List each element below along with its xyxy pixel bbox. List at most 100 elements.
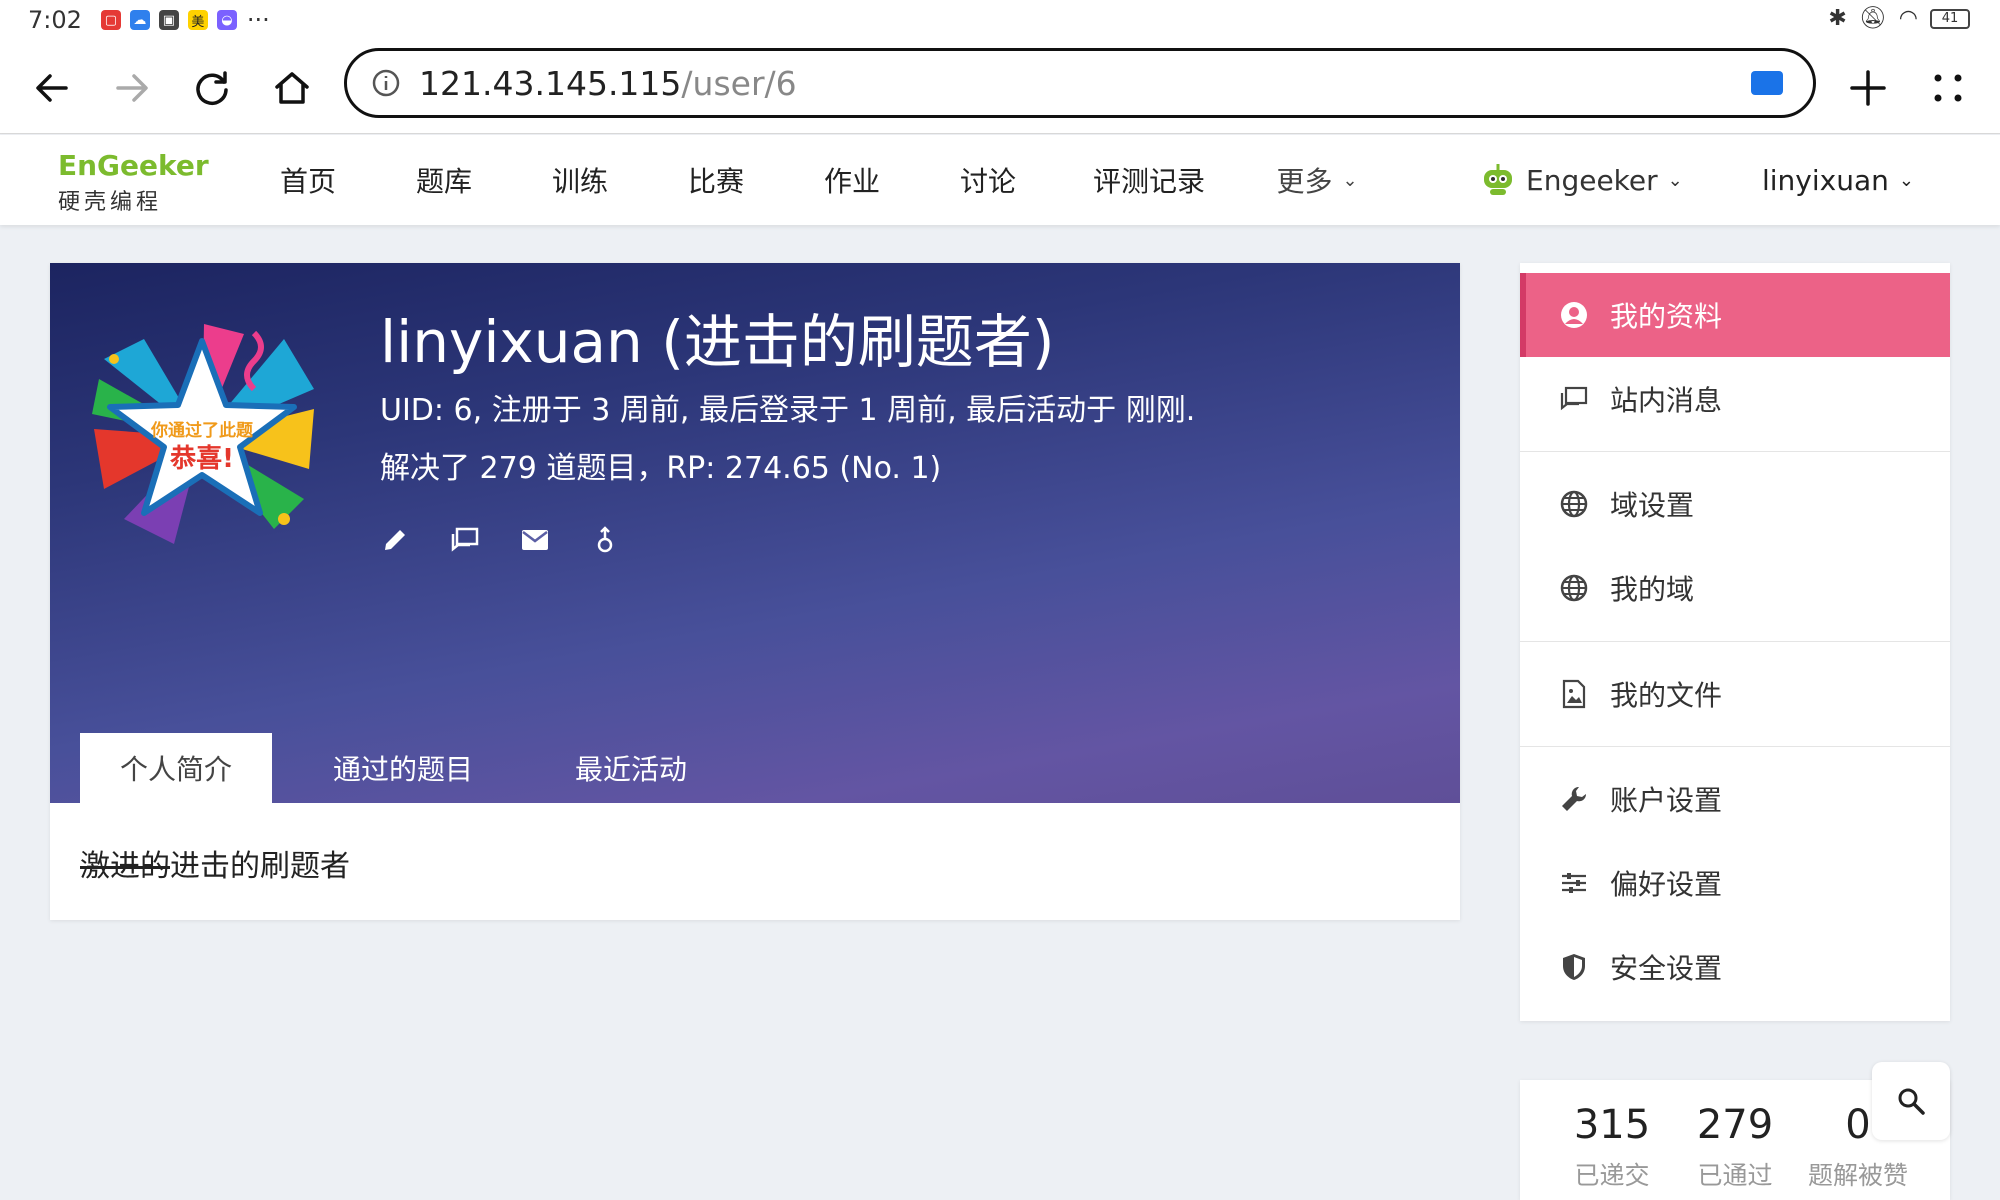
nav-training[interactable]: 训练 [512, 135, 648, 225]
nav-home[interactable]: 首页 [240, 135, 376, 225]
tabs-button[interactable] [1918, 58, 1978, 118]
app-icon: ▣ [158, 10, 179, 30]
nav-contest[interactable]: 比赛 [648, 135, 784, 225]
user-menu[interactable]: linyixuan ⌄ [1762, 135, 1914, 225]
cloud-icon: ☁ [129, 10, 150, 30]
message-icon [1558, 383, 1590, 415]
cast-icon[interactable] [1751, 71, 1783, 95]
nav-homework[interactable]: 作业 [784, 135, 920, 225]
user-menu-label: linyixuan [1762, 163, 1889, 197]
url-path: /user/6 [681, 63, 797, 103]
globe-icon [1558, 572, 1590, 604]
message-button[interactable] [450, 525, 480, 555]
main-nav: 首页 题库 训练 比赛 作业 讨论 评测记录 更多 ⌄ [240, 135, 1392, 225]
sliders-icon [1558, 867, 1590, 899]
info-icon[interactable] [371, 68, 401, 98]
celebration-star-icon: 你通过了此题 恭喜! [92, 324, 314, 544]
sidebar-item-account-settings[interactable]: 账户设置 [1520, 757, 1950, 841]
message-icon [451, 527, 479, 552]
new-tab-button[interactable] [1838, 58, 1898, 118]
sidebar-item-my-profile[interactable]: 我的资料 [1520, 273, 1950, 357]
home-icon [275, 72, 309, 104]
avatar[interactable]: 你通过了此题 恭喜! [84, 319, 320, 555]
tab-solved-problems[interactable]: 通过的题目 [272, 733, 534, 803]
more-notifications: ··· [246, 6, 270, 34]
nav-problems[interactable]: 题库 [376, 135, 512, 225]
account-circle-icon [1558, 299, 1590, 331]
bio-struck: 激进的 [80, 849, 170, 884]
sidebar-menu: 我的资料 站内消息 域设置 我的域 我的文件 账户设置 偏好设置 安全设置 [1520, 263, 1950, 1021]
chevron-down-icon: ⌄ [1342, 169, 1358, 191]
file-image-icon [1558, 678, 1590, 710]
globe-icon [1558, 488, 1590, 520]
sidebar-item-my-domains[interactable]: 我的域 [1520, 546, 1950, 630]
reload-icon [196, 71, 228, 105]
sidebar-divider [1520, 451, 1950, 452]
plus-icon [1850, 70, 1886, 106]
profile-meta: UID: 6, 注册于 3 周前, 最后登录于 1 周前, 最后活动于 刚刚. [380, 393, 1196, 428]
education-app-icon: ◒ [216, 10, 237, 30]
back-button[interactable] [22, 58, 82, 118]
profile-bio: 激进的进击的刷题者 [80, 841, 350, 885]
domain-menu[interactable]: Engeeker ⌄ [1478, 135, 1683, 225]
site-logo[interactable]: EnGeeker 硬壳编程 [58, 149, 209, 216]
grid-dots-icon [1934, 74, 1962, 102]
logo-subtitle: 硬壳编程 [58, 190, 163, 215]
chevron-down-icon: ⌄ [1667, 169, 1683, 191]
clock: 7:02 [28, 6, 82, 34]
nav-records[interactable]: 评测记录 [1056, 135, 1242, 225]
system-tray: ✱ 🔕︎ ◠ 41 [1828, 6, 1970, 31]
home-button[interactable] [262, 58, 322, 118]
bio-text: 进击的刷题者 [170, 849, 350, 884]
profile-tabs: 个人简介 通过的题目 最近活动 [80, 733, 728, 803]
notification-app-icon: ▢ [100, 10, 121, 30]
stat-accepted: 279 已通过 [1696, 1102, 1774, 1190]
sidebar-item-my-files[interactable]: 我的文件 [1520, 652, 1950, 736]
battery-icon: 41 [1930, 8, 1970, 29]
sidebar-divider [1520, 641, 1950, 642]
address-bar[interactable]: 121.43.145.115/user/6 [344, 48, 1816, 118]
tab-bio[interactable]: 个人简介 [80, 733, 272, 803]
email-button[interactable] [520, 525, 550, 555]
status-bar: 7:02 ▢ ☁ ▣ 美 ◒ ··· ✱ 🔕︎ ◠ 41 [0, 0, 2000, 40]
pencil-icon [385, 530, 405, 550]
sidebar-item-security[interactable]: 安全设置 [1520, 925, 1950, 1009]
robot-logo-icon [1484, 164, 1512, 195]
nav-more[interactable]: 更多 ⌄ [1242, 135, 1392, 225]
wifi-icon: ◠ [1898, 6, 1918, 31]
mute-icon: 🔕︎ [1858, 6, 1887, 31]
bluetooth-icon: ✱ [1828, 6, 1847, 31]
reload-button[interactable] [182, 58, 242, 118]
avatar-congrats: 恭喜! [169, 444, 234, 474]
stat-submitted: 315 已递交 [1573, 1102, 1651, 1190]
domain-menu-label: Engeeker [1526, 163, 1658, 197]
url-host: 121.43.145.115 [419, 63, 682, 103]
arrow-left-icon [36, 74, 68, 102]
profile-actions [380, 525, 620, 555]
forward-button[interactable] [102, 58, 162, 118]
sidebar-divider [1520, 746, 1950, 747]
tab-recent-activity[interactable]: 最近活动 [534, 733, 728, 803]
wrench-icon [1558, 783, 1590, 815]
avatar-caption: 你通过了此题 [150, 420, 254, 441]
profile-title: linyixuan (进击的刷题者) [380, 308, 1055, 376]
browser-toolbar: 121.43.145.115/user/6 [0, 40, 2000, 134]
logo-text: EnGeeker [58, 149, 209, 182]
sidebar-item-domain-settings[interactable]: 域设置 [1520, 462, 1950, 546]
gender-icon [590, 525, 620, 555]
edit-button[interactable] [380, 525, 410, 555]
sidebar-item-messages[interactable]: 站内消息 [1520, 357, 1950, 441]
search-icon [1898, 1088, 1925, 1115]
site-header: EnGeeker 硬壳编程 首页 题库 训练 比赛 作业 讨论 评测记录 更多 ⌄… [0, 135, 2000, 225]
shield-icon [1558, 951, 1590, 983]
chevron-down-icon: ⌄ [1898, 169, 1914, 191]
sidebar-item-preferences[interactable]: 偏好设置 [1520, 841, 1950, 925]
arrow-right-icon [116, 74, 148, 102]
profile-banner: 你通过了此题 恭喜! linyixuan (进击的刷题者) UID: 6, 注册… [50, 263, 1460, 803]
meituan-icon: 美 [187, 10, 208, 30]
nav-discussion[interactable]: 讨论 [920, 135, 1056, 225]
search-button[interactable] [1872, 1062, 1950, 1140]
mail-icon [522, 530, 548, 550]
profile-solved: 解决了 279 道题目，RP: 274.65 (No. 1) [380, 451, 942, 486]
profile-card: 你通过了此题 恭喜! linyixuan (进击的刷题者) UID: 6, 注册… [50, 263, 1460, 920]
